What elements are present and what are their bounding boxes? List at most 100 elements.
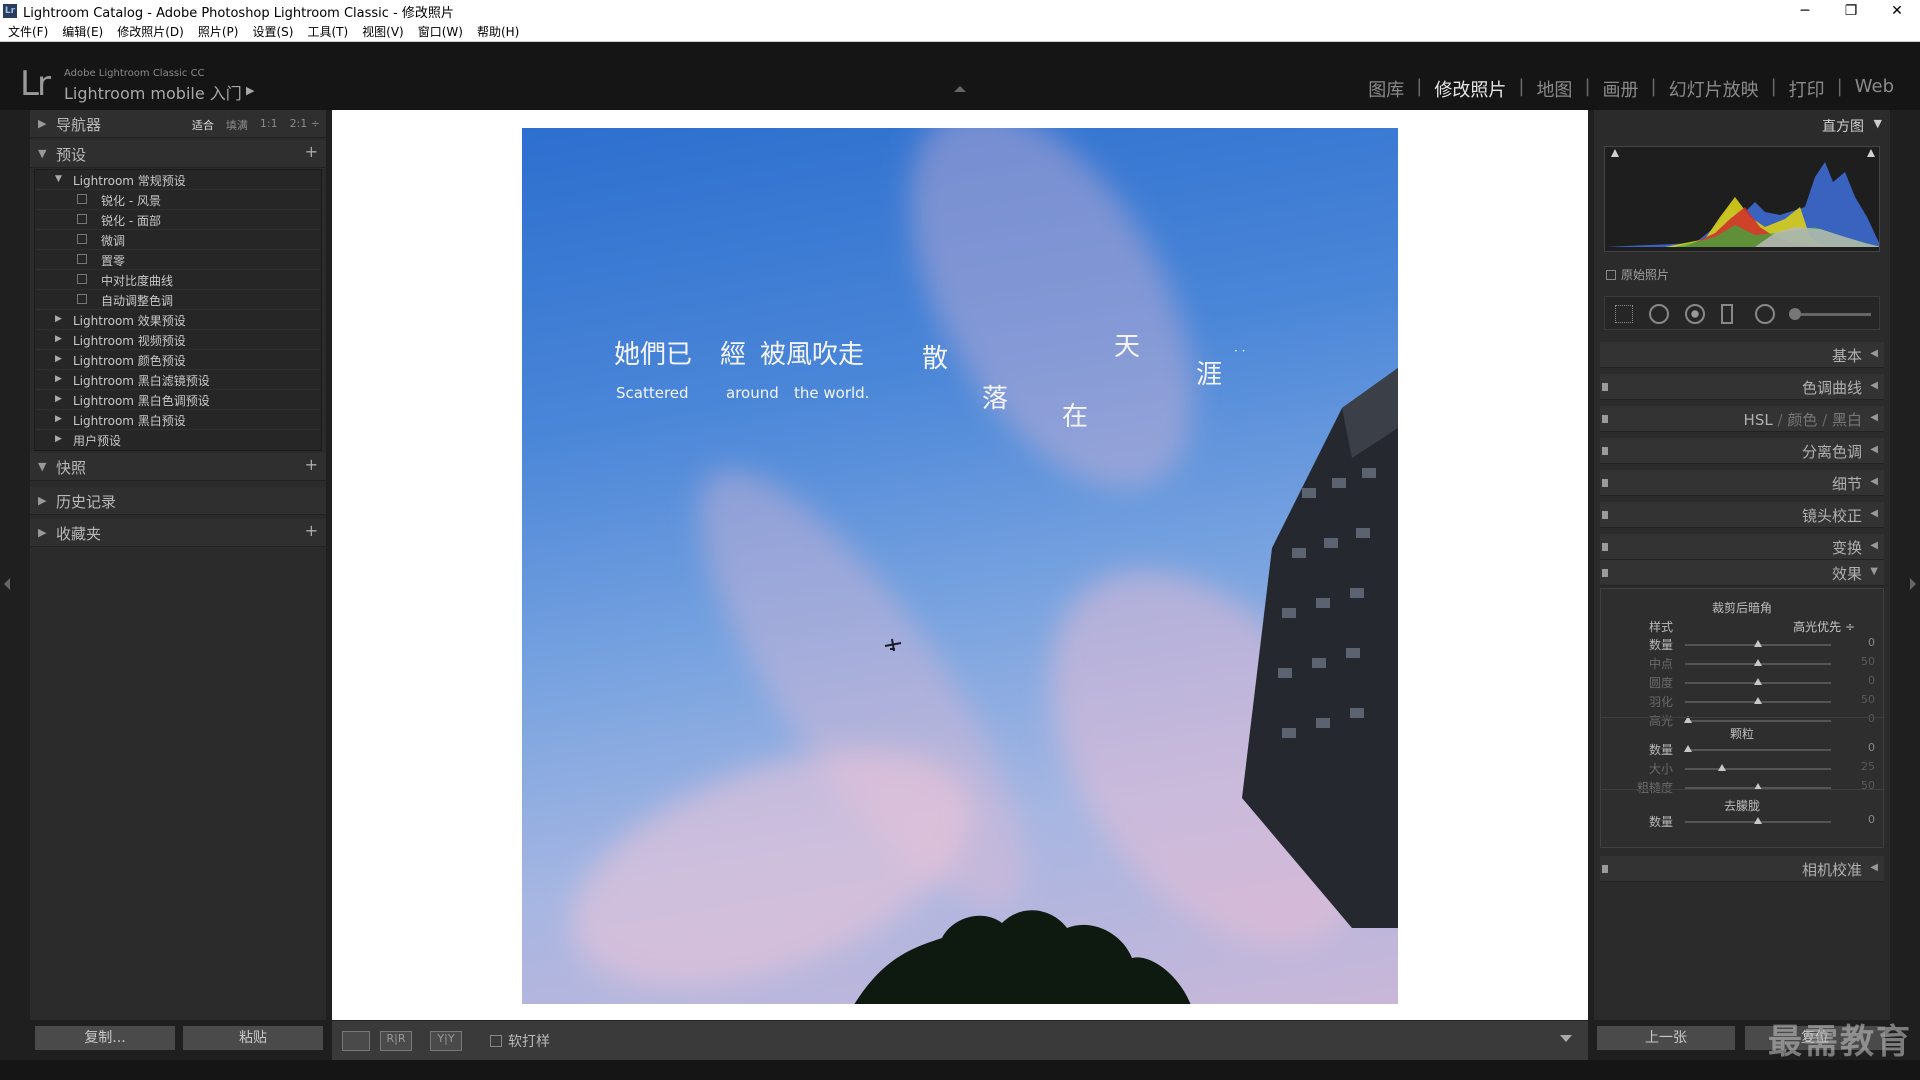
loupe-view-icon[interactable] [342,1031,370,1051]
vignette-style-select[interactable]: 高光优先 ÷ [1793,618,1855,635]
crop-overlay-icon[interactable] [1615,305,1633,323]
soft-proofing-checkbox[interactable] [490,1035,502,1047]
radial-filter-icon[interactable] [1755,304,1775,324]
slider-thumb[interactable] [1754,697,1762,704]
menu-window[interactable]: 窗口(W) [418,23,463,40]
slider-value[interactable]: 50 [1861,655,1875,668]
filmstrip-collapsed[interactable] [0,1060,1920,1080]
module-map[interactable]: 地图 [1524,76,1584,102]
preset-group[interactable]: ▶ Lightroom 颜色预设 [35,350,321,370]
zoom-2-1[interactable]: 2:1 ÷ [290,117,320,133]
toolbar-menu-chevron-down-icon[interactable] [1560,1035,1572,1042]
slider-value[interactable]: 0 [1868,712,1875,725]
presets-header[interactable]: ▼ 预设 + [30,140,326,168]
panel-switch-icon[interactable] [1602,415,1608,423]
maximize-button[interactable]: ❐ [1828,0,1874,22]
panel-switch-icon[interactable] [1602,479,1608,487]
before-after-left-right-icon[interactable]: R|R [380,1031,412,1051]
preset-item[interactable]: 自动调整色调 [35,290,321,310]
slider-value[interactable]: 0 [1868,674,1875,687]
right-panel-toggle-icon[interactable] [1910,578,1916,590]
panel-detail-header[interactable]: 细节 ◀ [1600,470,1884,496]
panel-switch-icon[interactable] [1602,543,1608,551]
preset-group[interactable]: ▼ Lightroom 常规预设 [35,170,321,190]
panel-hsl-header[interactable]: HSL / 颜色 / 黑白 ◀ [1600,406,1884,432]
menu-file[interactable]: 文件(F) [8,23,48,40]
preset-item[interactable]: 锐化 - 面部 [35,210,321,230]
preset-group[interactable]: ▶ Lightroom 黑白滤镜预设 [35,370,321,390]
slider-track[interactable] [1685,720,1831,722]
tab-bw[interactable]: 黑白 [1832,411,1862,429]
previous-settings-button[interactable]: 上一张 [1596,1025,1736,1051]
red-eye-icon[interactable] [1685,304,1705,324]
panel-transform-header[interactable]: 变换 ◀ [1600,534,1884,560]
navigator-header[interactable]: ▶ 导航器 适合 填满 1:1 2:1 ÷ [30,110,326,138]
preset-group[interactable]: ▶ Lightroom 效果预设 [35,310,321,330]
slider-thumb[interactable] [1754,640,1762,647]
panel-basic-header[interactable]: 基本 ◀ [1600,342,1884,368]
module-slideshow[interactable]: 幻灯片放映 [1657,76,1771,102]
tab-hsl[interactable]: HSL [1744,411,1773,429]
left-panel-toggle-icon[interactable] [4,578,10,590]
brush-slider-knob[interactable] [1789,308,1801,320]
history-header[interactable]: ▶ 历史记录 [30,487,326,515]
zoom-fill[interactable]: 填满 [226,117,248,133]
preset-item[interactable]: 微调 [35,230,321,250]
slider-value[interactable]: 50 [1861,779,1875,792]
panel-split-toning-header[interactable]: 分离色调 ◀ [1600,438,1884,464]
panel-lens-corrections-header[interactable]: 镜头校正 ◀ [1600,502,1884,528]
play-arrow-icon[interactable]: ▶ [246,84,254,97]
preset-item[interactable]: 置零 [35,250,321,270]
menu-edit[interactable]: 编辑(E) [62,23,103,40]
preset-item[interactable]: 锐化 - 风景 [35,190,321,210]
histogram[interactable] [1604,146,1880,252]
tab-color[interactable]: 颜色 [1787,411,1817,429]
add-snapshot-icon[interactable]: + [305,455,318,474]
menu-tools[interactable]: 工具(T) [307,23,348,40]
slider-thumb[interactable] [1754,659,1762,666]
module-print[interactable]: 打印 [1777,76,1837,102]
slider-thumb[interactable] [1754,678,1762,685]
histogram-header[interactable]: 直方图 ▼ [1594,110,1890,138]
snapshots-header[interactable]: ▼ 快照 + [30,453,326,481]
paste-settings-button[interactable]: 粘贴 [182,1025,324,1051]
spot-removal-icon[interactable] [1649,304,1669,324]
before-after-top-bottom-icon[interactable]: Y|Y [430,1031,462,1051]
slider-value[interactable]: 25 [1861,760,1875,773]
slider-value[interactable]: 0 [1868,741,1875,754]
module-library[interactable]: 图库 [1356,76,1416,102]
panel-camera-calibration-header[interactable]: 相机校准 ◀ [1600,856,1884,882]
menu-settings[interactable]: 设置(S) [252,23,293,40]
menu-develop[interactable]: 修改照片(D) [117,23,184,40]
menu-photo[interactable]: 照片(P) [198,23,239,40]
zoom-fit[interactable]: 适合 [192,117,214,133]
panel-switch-icon[interactable] [1602,447,1608,455]
panel-switch-icon[interactable] [1602,865,1608,873]
slider-track[interactable] [1685,749,1831,751]
graduated-filter-icon[interactable] [1721,304,1733,324]
copy-settings-button[interactable]: 复制... [34,1025,176,1051]
panel-effects-header[interactable]: 效果 ▼ [1600,560,1884,586]
show-original-toggle[interactable]: 原始照片 [1606,266,1669,283]
slider-value[interactable]: 50 [1861,693,1875,706]
preset-item[interactable]: 中对比度曲线 [35,270,321,290]
slider-thumb[interactable] [1717,764,1726,771]
slider-thumb[interactable] [1754,817,1762,824]
preset-group[interactable]: ▶ Lightroom 视频预设 [35,330,321,350]
zoom-1-1[interactable]: 1:1 [260,117,278,133]
preset-group[interactable]: ▶ Lightroom 黑白色调预设 [35,390,321,410]
photo-preview[interactable]: 她們已 經 被風吹走 Scattered around the world. 散… [522,128,1398,1004]
panel-switch-icon[interactable] [1602,569,1608,577]
module-develop[interactable]: 修改照片 [1422,76,1518,102]
slider-value[interactable]: 0 [1868,636,1875,649]
adjustment-brush-icon[interactable] [1791,313,1871,316]
preset-group[interactable]: ▶ Lightroom 黑白预设 [35,410,321,430]
menu-help[interactable]: 帮助(H) [477,23,519,40]
soft-proofing-toggle[interactable]: 软打样 [490,1031,550,1051]
collections-header[interactable]: ▶ 收藏夹 + [30,519,326,547]
add-preset-icon[interactable]: + [305,142,318,161]
slider-track[interactable] [1685,768,1831,770]
add-collection-icon[interactable]: + [305,521,318,540]
slider-value[interactable]: 0 [1868,813,1875,826]
close-button[interactable]: ✕ [1874,0,1920,22]
